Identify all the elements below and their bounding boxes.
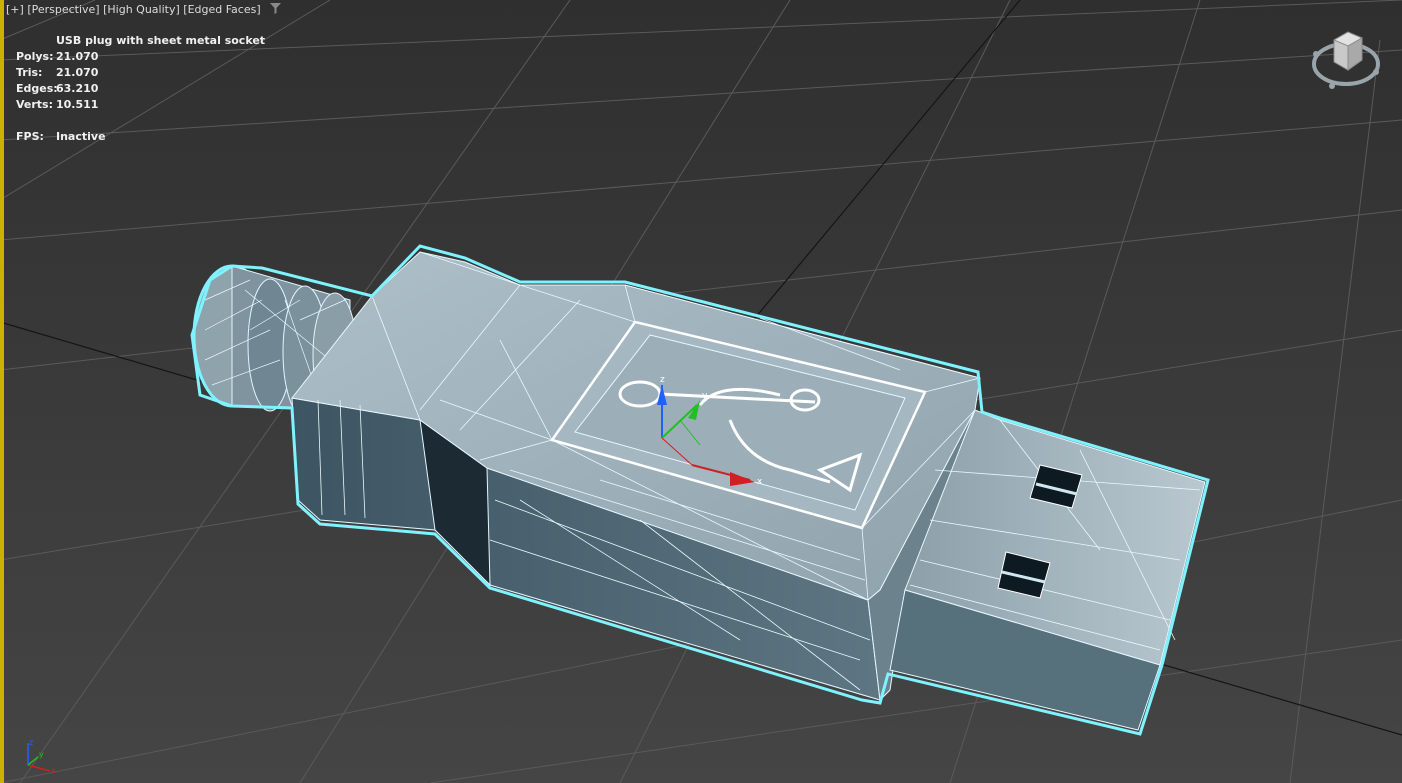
stats-polys-label: Polys: [16,50,54,63]
stats-fps-value: Inactive [56,130,106,143]
tripod-x-label: x [51,766,56,775]
viewport-label-menu: [+] [Perspective] [High Quality] [Edged … [6,3,282,17]
stats-fps-label: FPS: [16,130,44,143]
stats-polys-value: 21.070 [56,50,99,63]
funnel-icon[interactable] [270,3,282,17]
statistics-overlay: USB plug with sheet metal socket Polys: 2… [16,33,265,145]
tripod-z-label: z [29,738,33,747]
viewport-shading-menu[interactable]: [Edged Faces] [183,3,260,16]
viewport-view-menu[interactable]: [Perspective] [27,3,99,16]
tripod-y-label: y [39,750,44,759]
gizmo-y-label: y [702,391,708,401]
viewport-quality-menu[interactable]: [High Quality] [103,3,180,16]
viewport-general-menu[interactable]: [+] [6,3,24,16]
axis-tripod-icon: z x y [20,735,65,775]
stats-verts-value: 10.511 [56,98,99,111]
gizmo-x-label: x [757,477,763,487]
stats-tris-label: Tris: [16,66,43,79]
stats-tris-value: 21.070 [56,66,99,79]
viewcube-icon[interactable] [1310,28,1390,96]
stats-edges-label: Edges: [16,82,58,95]
gizmo-z-label: z [660,375,665,385]
stats-edges-value: 63.210 [56,82,99,95]
active-viewport-border [0,0,4,783]
stats-object-name: USB plug with sheet metal socket [56,34,266,47]
stats-verts-label: Verts: [16,98,54,111]
